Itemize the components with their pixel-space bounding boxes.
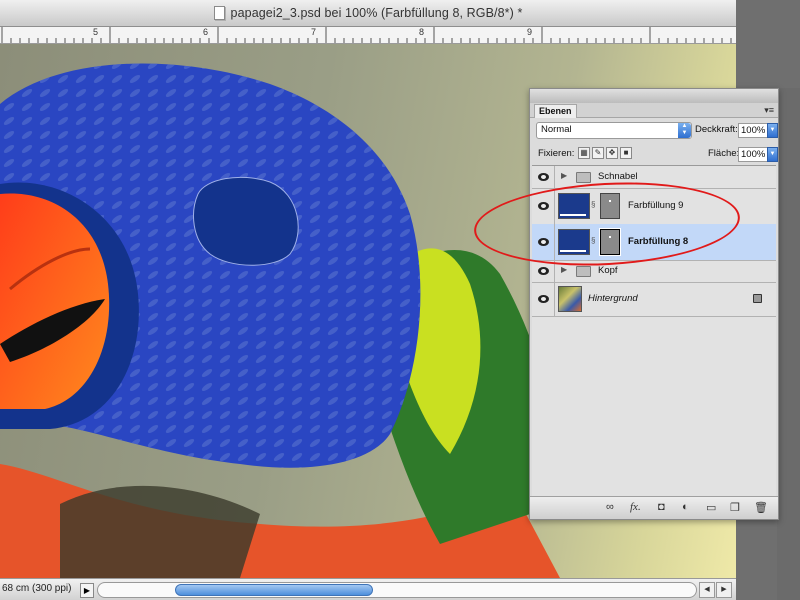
folder-icon [576,266,591,277]
opacity-label: Deckkraft: [695,124,738,135]
visibility-column [532,188,555,224]
lock-label: Fixieren: [538,148,575,159]
lock-position-icon[interactable]: ✥ [606,147,618,159]
layer-mask-thumbnail[interactable] [599,228,621,256]
ruler-number: 5 [93,27,99,37]
opacity-field[interactable]: 100% [738,123,768,138]
layer-row-kopf[interactable]: ▶ Kopf [532,260,776,283]
status-menu-arrow-icon[interactable]: ▶ [80,583,94,598]
ruler-number: 9 [527,27,533,37]
link-chain-icon[interactable]: § [591,200,595,209]
blend-mode-value: Normal [541,124,572,135]
blend-mode-select[interactable]: Normal ▲ ▼ [536,122,692,139]
fill-field[interactable]: 100% [738,147,768,162]
panel-tab-strip: Ebenen [530,103,778,118]
eye-icon[interactable] [538,295,549,303]
lock-all-icon[interactable]: ■ [620,147,632,159]
expand-triangle-icon[interactable]: ▶ [561,171,567,180]
layer-row-farbfuellung-9[interactable]: § Farbfüllung 9 [532,188,776,225]
background-area [777,88,800,600]
layers-panel: Ebenen ▾≡ Normal ▲ ▼ Deckkraft: 100% ▼ Fi… [529,88,779,520]
new-layer-icon[interactable]: ❐ [730,501,740,514]
document-title: papagei2_3.psd bei 100% (Farbfüllung 8, … [230,6,523,20]
mask-icon[interactable]: ◘ [658,501,665,513]
scroll-right-icon[interactable]: ▶ [716,582,732,598]
layers-list: ▶ Schnabel § Farbfüllung 9 § Farbfüllung… [532,165,776,496]
eye-fill-shape [193,176,299,266]
layer-name: Hintergrund [588,293,638,304]
visibility-column [532,260,555,282]
visibility-column [532,166,555,188]
opacity-dropdown-icon[interactable]: ▼ [767,123,778,138]
lock-transparency-icon[interactable]: ▦ [578,147,590,159]
folder-icon[interactable]: ▭ [706,501,716,514]
fill-color-thumbnail[interactable] [558,229,590,255]
status-bar: 68 cm (300 ppi) ▶ ◀ ▶ [0,578,736,600]
layer-name: Farbfüllung 8 [628,236,689,247]
ruler-number: 8 [419,27,425,37]
horizontal-ruler[interactable]: 5 6 7 8 9 [0,27,736,44]
layer-name: Schnabel [598,171,638,182]
fill-label: Fläche: [708,148,740,159]
document-icon [213,6,225,20]
adjustment-icon[interactable]: ◐ [682,501,689,513]
layer-row-farbfuellung-8[interactable]: § Farbfüllung 8 [532,224,776,261]
horizontal-scrollbar[interactable] [97,582,697,598]
scroll-left-icon[interactable]: ◀ [699,582,715,598]
layer-name: Kopf [598,265,618,276]
layer-row-hintergrund[interactable]: Hintergrund [532,282,776,317]
ruler-ticks [1,27,732,43]
eye-icon[interactable] [538,238,549,246]
layer-mask-thumbnail[interactable] [600,193,620,219]
lock-image-icon[interactable]: ✎ [592,147,604,159]
visibility-column [532,224,555,260]
select-arrows-icon: ▲ ▼ [678,123,691,138]
panel-title-bar[interactable] [530,89,778,104]
lock-icon [753,294,762,303]
dark-shadow [60,485,260,578]
folder-icon [576,172,591,183]
eye-icon[interactable] [538,202,549,210]
fill-color-thumbnail[interactable] [558,193,590,219]
expand-triangle-icon[interactable]: ▶ [561,265,567,274]
fx-icon[interactable]: fx. [630,501,641,513]
panel-bottom-toolbar: ∞ fx. ◘ ◐ ▭ ❐ 🗑 [530,496,778,519]
link-icon[interactable]: ∞ [606,501,614,513]
ruler-number: 6 [203,27,209,37]
ruler-number: 7 [311,27,317,37]
scrollbar-thumb[interactable] [175,584,373,596]
eye-icon[interactable] [538,267,549,275]
title-bar[interactable]: papagei2_3.psd bei 100% (Farbfüllung 8, … [0,0,736,27]
trash-icon[interactable]: 🗑 [754,501,768,514]
tab-layers[interactable]: Ebenen [534,104,577,118]
document-size-readout: 68 cm (300 ppi) [2,583,72,594]
layer-row-schnabel[interactable]: ▶ Schnabel [532,166,776,189]
visibility-column [532,282,555,316]
background-thumbnail[interactable] [558,286,582,312]
layer-name: Farbfüllung 9 [628,200,684,211]
fill-dropdown-icon[interactable]: ▼ [767,147,778,162]
panel-menu-icon[interactable]: ▾≡ [764,105,774,116]
eye-icon[interactable] [538,173,549,181]
link-chain-icon[interactable]: § [591,236,595,245]
